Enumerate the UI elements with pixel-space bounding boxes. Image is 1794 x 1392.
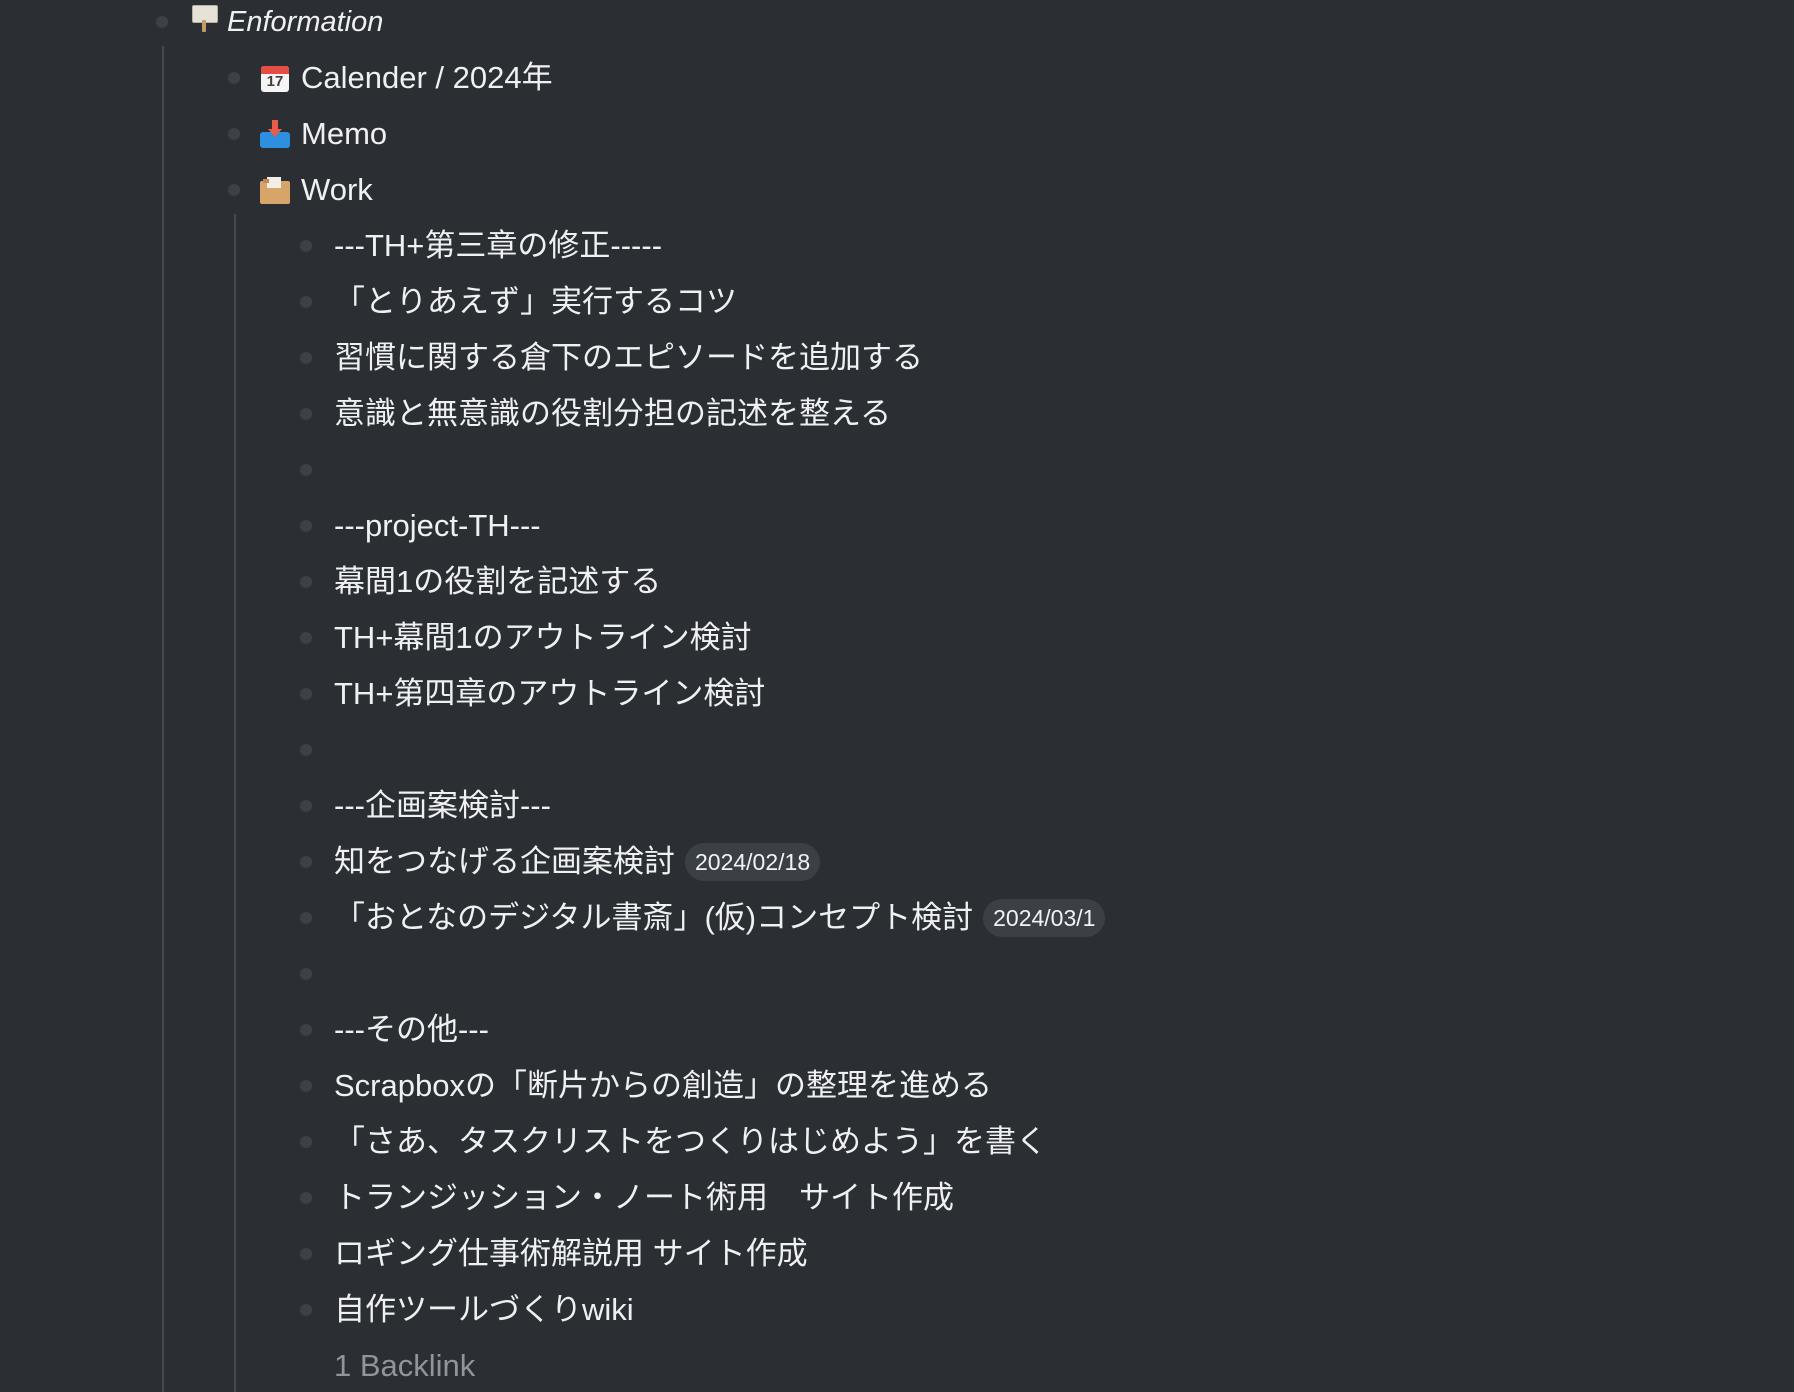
work-row-text[interactable]: 「とりあえず」実行するコツ <box>334 282 737 322</box>
date-chip[interactable]: 2024/02/18 <box>685 843 821 881</box>
bullet[interactable] <box>228 72 240 84</box>
work-row-text[interactable]: 意識と無意識の役割分担の記述を整える <box>334 394 891 434</box>
title-row[interactable]: Enformation <box>0 0 1794 50</box>
work-row[interactable]: TH+第四章のアウトライン検討 <box>0 666 1794 722</box>
bullet[interactable] <box>300 296 312 308</box>
outline-item-label[interactable]: Memo <box>301 114 387 154</box>
bullet[interactable] <box>300 968 312 980</box>
bullet[interactable] <box>300 1136 312 1148</box>
bullet[interactable] <box>228 184 240 196</box>
bullet[interactable] <box>156 16 168 28</box>
bullet[interactable] <box>300 912 312 924</box>
outline-item-label[interactable]: Work <box>301 170 373 210</box>
bullet[interactable] <box>300 408 312 420</box>
bullet[interactable] <box>300 1192 312 1204</box>
work-row-text[interactable]: ---project-TH--- <box>334 506 541 546</box>
work-row[interactable]: ---project-TH--- <box>0 498 1794 554</box>
bullet[interactable] <box>300 1024 312 1036</box>
bullet[interactable] <box>300 688 312 700</box>
work-row-text[interactable]: 自作ツールづくりwiki <box>334 1290 634 1330</box>
work-row[interactable]: トランジッション・ノート術用 サイト作成 <box>0 1170 1794 1226</box>
backlink-link[interactable]: 1 Backlink <box>334 1346 475 1386</box>
work-row-text[interactable]: 幕間1の役割を記述する <box>334 562 661 602</box>
date-chip[interactable]: 2024/03/1 <box>983 899 1106 937</box>
work-row-text[interactable]: 「おとなのデジタル書斎」(仮)コンセプト検討 2024/03/1 <box>334 898 1106 938</box>
work-row[interactable]: 「おとなのデジタル書斎」(仮)コンセプト検討 2024/03/1 <box>0 890 1794 946</box>
outline-item-label[interactable]: Calender / 2024年 <box>301 58 553 98</box>
work-row-text[interactable]: Scrapboxの「断片からの創造」の整理を進める <box>334 1066 992 1106</box>
work-row-text[interactable]: ロギング仕事術解説用 サイト作成 <box>334 1234 808 1274</box>
page-title[interactable]: Enformation <box>227 2 383 42</box>
bullet[interactable] <box>300 1080 312 1092</box>
work-row-text[interactable]: トランジッション・ノート術用 サイト作成 <box>334 1178 954 1218</box>
work-row[interactable]: Scrapboxの「断片からの創造」の整理を進める <box>0 1058 1794 1114</box>
bullet[interactable] <box>300 520 312 532</box>
bullet[interactable] <box>300 576 312 588</box>
work-row-text[interactable]: 「さあ、タスクリストをつくりはじめよう」を書く <box>334 1122 1047 1162</box>
bullet[interactable] <box>300 464 312 476</box>
work-row-text[interactable]: ---TH+第三章の修正----- <box>334 226 662 266</box>
work-row-text[interactable]: 知をつなげる企画案検討 2024/02/18 <box>334 842 821 882</box>
work-row-text[interactable]: TH+第四章のアウトライン検討 <box>334 674 765 714</box>
work-row[interactable]: 知をつなげる企画案検討 2024/02/18 <box>0 834 1794 890</box>
bullet[interactable] <box>300 240 312 252</box>
work-row-text[interactable]: ---企画案検討--- <box>334 786 551 826</box>
work-row[interactable]: 習慣に関する倉下のエピソードを追加する <box>0 330 1794 386</box>
task-title[interactable]: 「おとなのデジタル書斎」(仮)コンセプト検討 <box>334 898 973 938</box>
bullet[interactable] <box>300 1304 312 1316</box>
signboard-icon <box>190 2 222 34</box>
bullet[interactable] <box>300 856 312 868</box>
work-row-empty[interactable] <box>0 946 1794 1002</box>
bullet[interactable] <box>228 128 240 140</box>
work-row[interactable]: 意識と無意識の役割分担の記述を整える <box>0 386 1794 442</box>
outline-page: Enformation 17 Calender / 2024年 Memo Wor… <box>0 0 1794 1392</box>
work-row[interactable]: TH+幕間1のアウトライン検討 <box>0 610 1794 666</box>
work-row-text[interactable]: TH+幕間1のアウトライン検討 <box>334 618 752 658</box>
work-row-empty[interactable] <box>0 442 1794 498</box>
calendar-icon: 17 <box>259 62 291 94</box>
bullet[interactable] <box>300 352 312 364</box>
work-row[interactable]: 「とりあえず」実行するコツ <box>0 274 1794 330</box>
work-row[interactable]: ---企画案検討--- <box>0 778 1794 834</box>
outline-item-work[interactable]: Work <box>0 162 1794 218</box>
outline-item-memo[interactable]: Memo <box>0 106 1794 162</box>
bullet[interactable] <box>300 1248 312 1260</box>
inbox-tray-icon <box>259 118 291 150</box>
work-row[interactable]: ---その他--- <box>0 1002 1794 1058</box>
work-row-empty[interactable] <box>0 722 1794 778</box>
work-row[interactable]: 「さあ、タスクリストをつくりはじめよう」を書く <box>0 1114 1794 1170</box>
bullet[interactable] <box>300 744 312 756</box>
outline-item-calendar[interactable]: 17 Calender / 2024年 <box>0 50 1794 106</box>
backlink-row[interactable]: 1 Backlink <box>0 1338 1794 1392</box>
task-title[interactable]: 知をつなげる企画案検討 <box>334 842 675 882</box>
work-row-text[interactable]: 習慣に関する倉下のエピソードを追加する <box>334 338 923 378</box>
bullet[interactable] <box>300 800 312 812</box>
work-row[interactable]: 幕間1の役割を記述する <box>0 554 1794 610</box>
card-file-box-icon <box>259 174 291 206</box>
work-row[interactable]: ロギング仕事術解説用 サイト作成 <box>0 1226 1794 1282</box>
work-row-text[interactable]: ---その他--- <box>334 1010 489 1050</box>
work-row[interactable]: ---TH+第三章の修正----- <box>0 218 1794 274</box>
work-row[interactable]: 自作ツールづくりwiki <box>0 1282 1794 1338</box>
bullet[interactable] <box>300 632 312 644</box>
